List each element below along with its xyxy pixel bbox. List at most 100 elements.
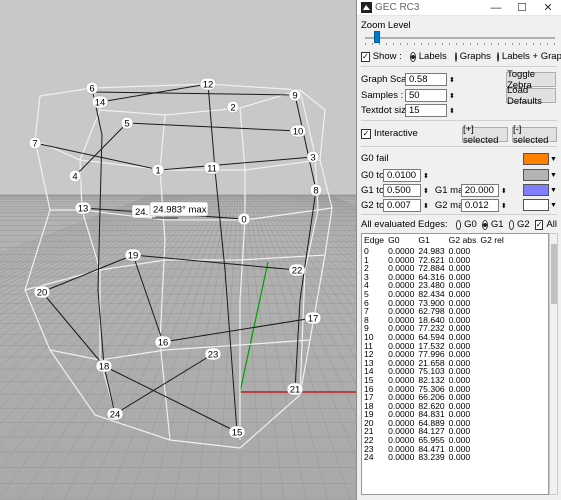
edge-label-text: 7 bbox=[32, 138, 37, 149]
edge-label[interactable]: 14 bbox=[91, 95, 109, 108]
table-cell bbox=[478, 342, 506, 351]
edge-label[interactable]: 13 bbox=[74, 201, 92, 214]
zoom-slider-track bbox=[365, 37, 555, 39]
edge-label[interactable]: 18 bbox=[95, 359, 113, 372]
g0-fail-color-swatch[interactable] bbox=[523, 153, 549, 165]
zoom-slider[interactable] bbox=[365, 31, 555, 45]
g1-radio[interactable] bbox=[481, 219, 488, 230]
evaluated-edge bbox=[162, 317, 314, 343]
g2-tol-spinner-icon[interactable]: ⬍ bbox=[423, 202, 429, 210]
grid-line bbox=[312, 194, 356, 216]
g2-max-spinner-icon[interactable]: ⬍ bbox=[501, 202, 507, 210]
3d-viewport[interactable]: 0 1 2 3 4 5 6 7 8 9 10 11 12 13 14 15 16 17 18 19 20 21 22 23 24… bbox=[0, 0, 356, 500]
minimize-button[interactable]: — bbox=[483, 0, 509, 16]
samples-input[interactable]: 50 bbox=[405, 89, 447, 102]
evaluated-edge bbox=[91, 91, 296, 96]
table-scrollbar-thumb[interactable] bbox=[551, 244, 557, 304]
show-checkbox[interactable]: ✓ bbox=[361, 51, 370, 62]
edge-label[interactable]: 1 bbox=[151, 163, 165, 176]
edge-label[interactable]: 20 bbox=[33, 285, 51, 298]
g0-tol-input[interactable]: 0.0100 bbox=[383, 169, 421, 182]
edge-label[interactable]: 3 bbox=[306, 150, 320, 163]
g1-tol-input[interactable]: 0.500 bbox=[383, 184, 421, 197]
edge-label-text: 20 bbox=[37, 287, 48, 298]
evaluated-edge bbox=[126, 122, 299, 132]
edge-label[interactable]: 0 bbox=[237, 212, 251, 225]
edge-label[interactable]: 16 bbox=[154, 335, 172, 348]
interactive-checkbox[interactable]: ✓ bbox=[361, 128, 371, 139]
grid-line bbox=[0, 194, 168, 274]
table-scrollbar[interactable] bbox=[549, 233, 558, 495]
zoom-slider-thumb[interactable] bbox=[374, 31, 381, 43]
all-checkbox[interactable]: ✓ bbox=[534, 219, 544, 230]
grid-line bbox=[244, 194, 285, 500]
edge-label[interactable]: 5 bbox=[120, 116, 134, 129]
edge-label-text: 12 bbox=[203, 79, 214, 90]
window-titlebar[interactable]: GEC RC3 — ☐ ✕ bbox=[357, 0, 561, 16]
edge-label[interactable]: 2 bbox=[226, 100, 240, 113]
table-cell bbox=[478, 281, 506, 290]
samples-spinner-icon[interactable]: ⬍ bbox=[449, 92, 455, 100]
graph-scale-spinner-icon[interactable]: ⬍ bbox=[449, 76, 455, 84]
edge-label[interactable]: 8 bbox=[309, 183, 323, 196]
edge-label[interactable]: 10 bbox=[289, 124, 307, 137]
g0-tol-color-picker[interactable]: ▼ bbox=[523, 169, 557, 181]
textdot-input[interactable]: 15 bbox=[405, 104, 447, 117]
column-header-g2-rel[interactable]: G2 rel bbox=[478, 234, 506, 247]
window-title: GEC RC3 bbox=[375, 2, 420, 13]
edge-label[interactable]: 4 bbox=[68, 169, 82, 182]
g0-tol-label: G0 tol bbox=[361, 170, 387, 181]
close-button[interactable]: ✕ bbox=[535, 0, 561, 16]
edge-label[interactable]: 9 bbox=[288, 88, 302, 101]
edge-label[interactable]: 12 bbox=[199, 77, 217, 90]
load-defaults-button[interactable]: Load Defaults bbox=[506, 85, 556, 107]
g2-max-color-picker[interactable]: ▼ bbox=[523, 199, 557, 211]
g2-tol-input[interactable]: 0.007 bbox=[383, 199, 421, 212]
g1-max-input[interactable]: 20.000 bbox=[460, 184, 499, 197]
minus-selected-button[interactable]: [-] selected bbox=[512, 124, 557, 146]
g2-radio[interactable] bbox=[508, 219, 515, 230]
chevron-down-icon[interactable]: ▼ bbox=[550, 156, 557, 163]
edge-label[interactable]: 24 bbox=[106, 407, 124, 420]
g1-max-color-picker[interactable]: ▼ bbox=[523, 184, 557, 196]
divider bbox=[361, 146, 557, 147]
chevron-down-icon[interactable]: ▼ bbox=[550, 202, 557, 209]
g0-radio[interactable] bbox=[455, 219, 462, 230]
g2-max-input[interactable]: 0.012 bbox=[460, 199, 499, 212]
g0-fail-color-picker[interactable]: ▼ bbox=[523, 153, 557, 165]
edge-label[interactable]: 17 bbox=[304, 311, 322, 324]
chevron-down-icon[interactable]: ▼ bbox=[550, 187, 557, 194]
show-labels-radio[interactable] bbox=[409, 51, 416, 62]
show-labels-graphs-radio[interactable] bbox=[496, 51, 499, 62]
table-row[interactable]: 24 0.0000 83.239 0.000 bbox=[362, 453, 506, 462]
g1-max-spinner-icon[interactable]: ⬍ bbox=[501, 187, 507, 195]
g1-tol-spinner-icon[interactable]: ⬍ bbox=[423, 187, 429, 195]
plus-selected-button[interactable]: [+] selected bbox=[462, 124, 508, 146]
maximize-button[interactable]: ☐ bbox=[509, 0, 535, 16]
edge-label[interactable]: 11 bbox=[203, 161, 221, 174]
g0-tol-spinner-icon[interactable]: ⬍ bbox=[423, 172, 429, 180]
chevron-down-icon[interactable]: ▼ bbox=[550, 172, 557, 179]
edge-label[interactable]: 21 bbox=[286, 382, 304, 395]
edges-table[interactable]: Edge G0 G1 G2 abs G2 rel 0 0.0000 24.983 0.… bbox=[361, 233, 549, 495]
edge-label[interactable]: 6 bbox=[85, 81, 99, 94]
show-graphs-radio[interactable] bbox=[454, 51, 457, 62]
table-cell bbox=[478, 316, 506, 325]
grid-line bbox=[250, 194, 351, 500]
edge-label[interactable]: 23 bbox=[204, 347, 222, 360]
edge-label[interactable]: 19 bbox=[124, 248, 142, 261]
g1-max-tooltip: 24. 24.983° max bbox=[131, 201, 209, 219]
edge-label[interactable]: 7 bbox=[28, 136, 42, 149]
edge-label[interactable]: 15 bbox=[228, 425, 246, 438]
g1-max-color-swatch[interactable] bbox=[523, 184, 549, 196]
grid-line bbox=[0, 194, 153, 254]
viewport-canvas[interactable]: 0123456789101112131415161718192021222324… bbox=[0, 0, 356, 500]
edge-label[interactable]: 22 bbox=[288, 263, 306, 276]
zoom-label: Zoom Level bbox=[361, 20, 411, 31]
g0-tol-color-swatch[interactable] bbox=[523, 169, 549, 181]
edge-label-text: 24 bbox=[110, 409, 121, 420]
table-cell bbox=[478, 393, 506, 402]
textdot-spinner-icon[interactable]: ⬍ bbox=[449, 107, 455, 115]
graph-scale-input[interactable]: 0.58 bbox=[405, 73, 447, 86]
g2-max-color-swatch[interactable] bbox=[523, 199, 549, 211]
